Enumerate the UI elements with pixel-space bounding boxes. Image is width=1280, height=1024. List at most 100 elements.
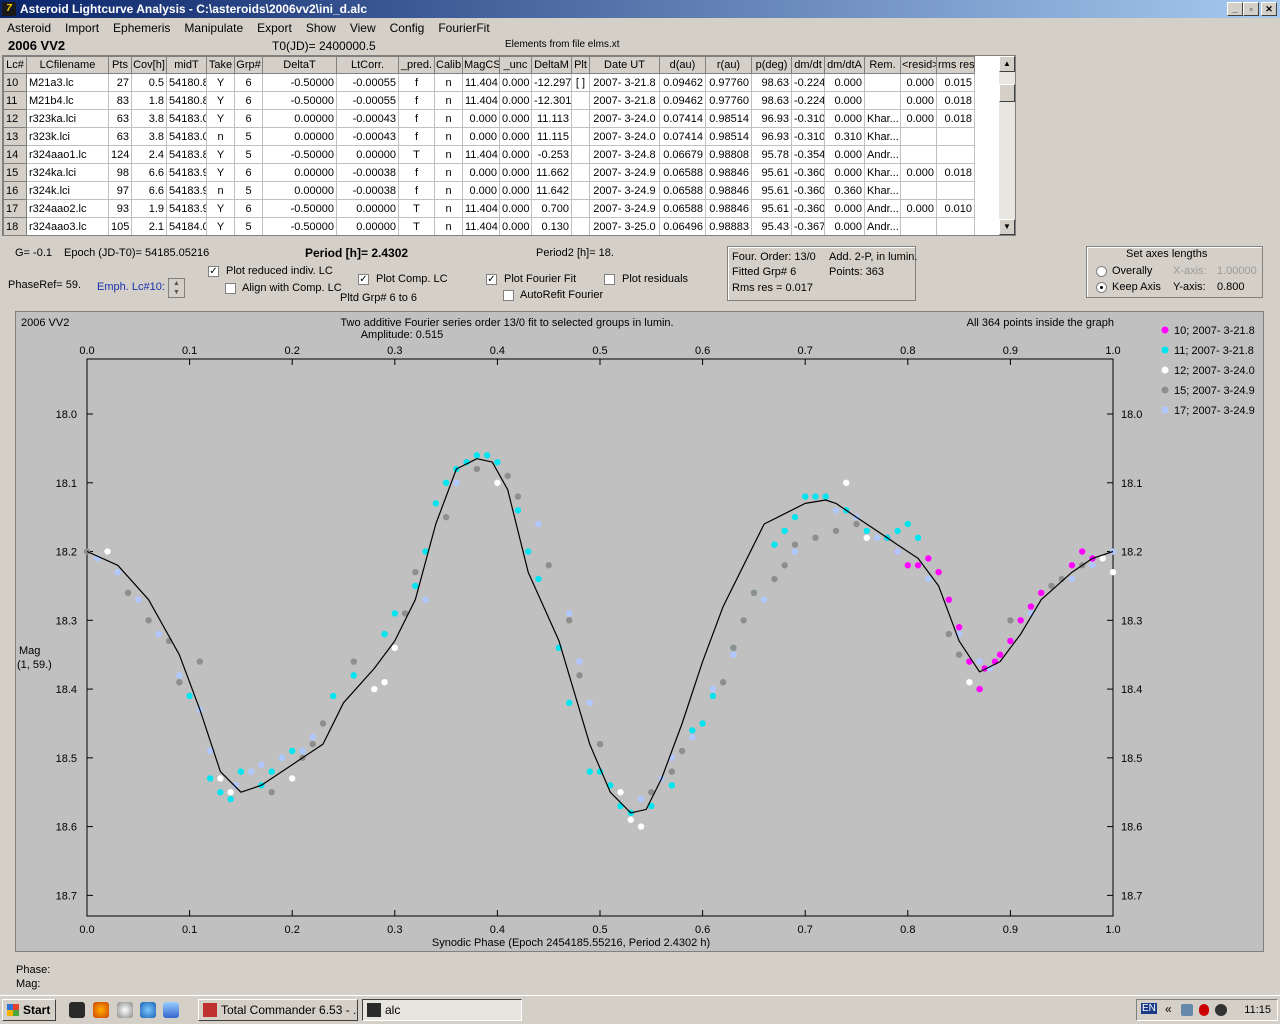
ie-icon[interactable] bbox=[140, 1002, 156, 1018]
table-cell[interactable]: 0.000 bbox=[462, 109, 500, 128]
table-cell[interactable]: 98.63 bbox=[751, 73, 792, 92]
table-cell[interactable]: 0.130 bbox=[531, 217, 572, 235]
table-cell[interactable]: 0.00000 bbox=[336, 217, 399, 235]
table-cell[interactable]: 0.000 bbox=[499, 109, 532, 128]
table-cell[interactable]: 0.000 bbox=[900, 163, 937, 182]
table-cell[interactable]: 0.310 bbox=[824, 127, 865, 146]
table-cell[interactable]: 2007- 3-24.8 bbox=[589, 145, 660, 164]
table-cell[interactable]: 11.404 bbox=[462, 199, 500, 218]
table-cell[interactable]: 54183.9 bbox=[166, 163, 207, 182]
column-header[interactable]: LtCorr. bbox=[336, 56, 399, 74]
table-cell[interactable] bbox=[571, 127, 590, 146]
table-cell[interactable]: 2007- 3-24.0 bbox=[589, 109, 660, 128]
table-cell[interactable]: 98 bbox=[108, 163, 132, 182]
table-cell[interactable]: -0.360 bbox=[791, 181, 825, 200]
table-cell[interactable]: 2007- 3-21.8 bbox=[589, 73, 660, 92]
table-cell[interactable]: 2007- 3-24.9 bbox=[589, 163, 660, 182]
table-cell[interactable]: r323k.lci bbox=[26, 127, 109, 146]
table-cell[interactable]: 0.98514 bbox=[705, 109, 752, 128]
table-cell[interactable]: 0.000 bbox=[824, 199, 865, 218]
table-cell[interactable]: 95.61 bbox=[751, 163, 792, 182]
table-cell[interactable]: 0.018 bbox=[936, 163, 975, 182]
scroll-up-icon[interactable]: ▲ bbox=[999, 56, 1015, 72]
table-cell[interactable]: 0.018 bbox=[936, 109, 975, 128]
lightcurve-grid[interactable]: Lc# LCfilename Pts Cov[h] midT Take Grp# DeltaT… bbox=[2, 55, 1016, 236]
x-axis-value[interactable]: 1.00000 bbox=[1217, 265, 1257, 277]
table-cell[interactable]: 0.010 bbox=[936, 199, 975, 218]
firefox-icon[interactable] bbox=[93, 1002, 109, 1018]
table-cell[interactable] bbox=[571, 217, 590, 235]
table-cell[interactable]: f bbox=[398, 127, 435, 146]
table-cell[interactable]: 5 bbox=[234, 181, 263, 200]
column-header[interactable]: dm/dtA bbox=[824, 56, 865, 74]
table-cell[interactable]: 54183.8 bbox=[166, 145, 207, 164]
media-icon[interactable] bbox=[117, 1002, 133, 1018]
menu-config[interactable]: Config bbox=[383, 21, 432, 35]
table-cell[interactable] bbox=[936, 181, 975, 200]
table-cell[interactable]: 6 bbox=[234, 109, 263, 128]
table-cell[interactable]: 0.06588 bbox=[659, 163, 706, 182]
clock[interactable]: 11:15 bbox=[1244, 1004, 1271, 1016]
table-cell[interactable]: 1.8 bbox=[131, 91, 167, 110]
table-cell[interactable]: -0.224 bbox=[791, 91, 825, 110]
table-cell[interactable]: 54183.9 bbox=[166, 181, 207, 200]
table-row[interactable]: 14 r324aao1.lc 124 2.4 54183.8 Y 5 -0.50000 0.00… bbox=[3, 145, 975, 164]
alc-quicklaunch-icon[interactable] bbox=[69, 1002, 85, 1018]
column-header[interactable]: _pred. bbox=[398, 56, 435, 74]
minimize-button[interactable]: _ bbox=[1227, 2, 1243, 16]
table-cell[interactable]: 0.98846 bbox=[705, 181, 752, 200]
column-header[interactable]: p(deg) bbox=[751, 56, 792, 74]
table-cell[interactable]: n bbox=[434, 109, 463, 128]
table-cell[interactable]: Y bbox=[206, 199, 235, 218]
table-cell[interactable]: Y bbox=[206, 109, 235, 128]
column-header[interactable]: r(au) bbox=[705, 56, 752, 74]
table-cell[interactable]: -0.50000 bbox=[262, 217, 337, 235]
autorefit-checkbox[interactable] bbox=[503, 290, 514, 301]
table-cell[interactable]: 0.09462 bbox=[659, 91, 706, 110]
menu-ephemeris[interactable]: Ephemeris bbox=[106, 21, 177, 35]
start-button[interactable]: Start bbox=[2, 999, 56, 1021]
plot-residuals-checkbox[interactable] bbox=[604, 274, 615, 285]
table-cell[interactable]: 5 bbox=[234, 127, 263, 146]
table-cell[interactable]: Y bbox=[206, 217, 235, 235]
table-cell[interactable]: 95.43 bbox=[751, 217, 792, 235]
menu-fourierfit[interactable]: FourierFit bbox=[431, 21, 496, 35]
table-cell[interactable] bbox=[900, 127, 937, 146]
table-cell[interactable]: 0.00000 bbox=[336, 145, 399, 164]
table-cell[interactable]: 11.404 bbox=[462, 73, 500, 92]
table-cell[interactable]: 0.07414 bbox=[659, 109, 706, 128]
table-cell[interactable]: 0.5 bbox=[131, 73, 167, 92]
table-cell[interactable]: 95.61 bbox=[751, 181, 792, 200]
table-cell[interactable]: f bbox=[398, 181, 435, 200]
column-header[interactable]: Rem. bbox=[864, 56, 901, 74]
table-cell[interactable]: 0.00000 bbox=[262, 181, 337, 200]
table-cell[interactable]: T bbox=[398, 145, 435, 164]
column-header[interactable]: Plt bbox=[571, 56, 590, 74]
table-cell[interactable]: Khar... bbox=[864, 127, 901, 146]
table-cell[interactable]: 54180.8 bbox=[166, 91, 207, 110]
table-cell[interactable]: -0.360 bbox=[791, 163, 825, 182]
task-alc[interactable]: alc bbox=[362, 999, 522, 1021]
table-cell[interactable]: 0.98846 bbox=[705, 199, 752, 218]
table-cell[interactable]: 0.015 bbox=[936, 73, 975, 92]
table-cell[interactable]: 0.98846 bbox=[705, 163, 752, 182]
y-axis-value[interactable]: 0.800 bbox=[1217, 281, 1245, 293]
table-cell[interactable]: 6 bbox=[234, 163, 263, 182]
plot-fourier-checkbox[interactable]: ✓ bbox=[486, 274, 497, 285]
table-cell[interactable]: 98.63 bbox=[751, 91, 792, 110]
column-header[interactable]: DeltaT bbox=[262, 56, 337, 74]
table-cell[interactable]: 0.000 bbox=[462, 163, 500, 182]
table-cell[interactable]: 95.78 bbox=[751, 145, 792, 164]
table-cell[interactable] bbox=[936, 217, 975, 235]
table-cell[interactable]: 0.360 bbox=[824, 181, 865, 200]
table-cell[interactable]: 124 bbox=[108, 145, 132, 164]
table-cell[interactable]: 27 bbox=[108, 73, 132, 92]
table-cell[interactable]: 5 bbox=[234, 217, 263, 235]
scroll-down-icon[interactable]: ▼ bbox=[999, 219, 1015, 235]
table-cell[interactable]: 2007- 3-21.8 bbox=[589, 91, 660, 110]
table-cell[interactable] bbox=[571, 163, 590, 182]
column-header[interactable]: <resid> bbox=[900, 56, 937, 74]
table-row[interactable]: 18 r324aao3.lc 105 2.1 54184.0 Y 5 -0.50000 0.00… bbox=[3, 217, 975, 235]
table-cell[interactable]: 0.97760 bbox=[705, 73, 752, 92]
column-header[interactable]: Grp# bbox=[234, 56, 263, 74]
